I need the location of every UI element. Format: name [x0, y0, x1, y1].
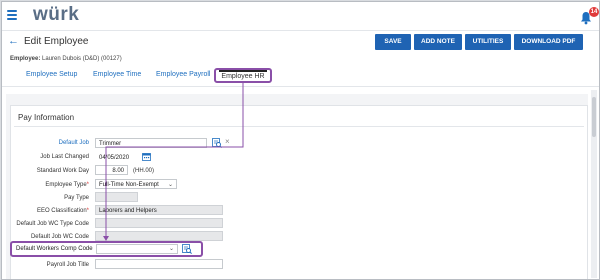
default-job-wc-code-input	[95, 231, 223, 241]
chevron-down-icon: ⌄	[168, 246, 174, 252]
hamburger-menu-icon[interactable]	[7, 10, 17, 20]
default-job-wc-code-label: Default Job WC Code	[30, 234, 89, 240]
add-note-button[interactable]: ADD NOTE	[414, 34, 462, 50]
active-tab-indicator	[219, 70, 267, 72]
tab-bar: Employee Setup Employee Time Employee Pa…	[2, 68, 599, 84]
job-last-changed-input[interactable]: 04/05/2020	[95, 152, 138, 162]
pay-type-label: Pay Type	[64, 195, 89, 201]
page-title: Edit Employee	[24, 36, 89, 47]
employee-label: Employee: Lauren Dubois (D&D) (00127)	[10, 56, 122, 62]
top-bar: würk 14	[2, 2, 599, 30]
calendar-icon[interactable]	[142, 152, 151, 161]
standard-work-day-input[interactable]: 8.00	[95, 165, 128, 175]
standard-work-day-label: Standard Work Day	[36, 168, 89, 174]
eeo-classification-input: Laborers and Helpers	[95, 205, 223, 215]
employee-prefix: Employee:	[10, 56, 41, 62]
employee-type-label: Employee Type*	[45, 182, 89, 188]
tab-employee-hr-label: Employee HR	[221, 73, 265, 80]
scrollbar-thumb[interactable]	[592, 97, 596, 137]
app-window: würk 14 ← Edit Employee Employee: Lauren…	[1, 1, 600, 280]
payroll-job-title-label: Payroll Job Title	[46, 262, 89, 268]
app-logo: würk	[33, 4, 80, 25]
notification-count-badge: 14	[589, 7, 599, 17]
lookup-search-icon[interactable]	[212, 138, 222, 148]
clear-x-icon[interactable]: ×	[225, 137, 230, 146]
employee-type-value: Full-Time Non-Exempt	[99, 182, 159, 188]
job-last-changed-label: Job Last Changed	[40, 154, 89, 160]
employee-type-select[interactable]: Full-Time Non-Exempt ⌄	[95, 179, 177, 189]
default-job-label[interactable]: Default Job	[9, 140, 89, 146]
lookup-search-icon[interactable]	[182, 244, 192, 254]
default-job-wc-type-code-input	[95, 218, 223, 228]
chevron-down-icon: ⌄	[167, 182, 173, 188]
default-job-input[interactable]: Trimmer	[95, 138, 207, 148]
download-pdf-button[interactable]: DOWNLOAD PDF	[514, 34, 583, 50]
default-workers-comp-code-label: Default Workers Comp Code	[16, 246, 93, 252]
tab-employee-setup[interactable]: Employee Setup	[26, 71, 77, 78]
tab-employee-payroll[interactable]: Employee Payroll	[156, 71, 210, 78]
top-divider	[2, 30, 599, 31]
pay-type-input	[95, 192, 138, 202]
employee-name: Lauren Dubois (D&D) (00127)	[42, 56, 122, 62]
payroll-job-title-input[interactable]	[95, 259, 223, 269]
tab-employee-time[interactable]: Employee Time	[93, 71, 141, 78]
default-job-wc-type-code-label: Default Job WC Type Code	[16, 221, 89, 227]
eeo-classification-label: EEO Classification*	[36, 208, 89, 214]
back-arrow-icon[interactable]: ←	[8, 35, 19, 47]
section-title: Pay Information	[18, 113, 75, 122]
section-divider	[14, 126, 584, 127]
save-button[interactable]: SAVE	[375, 34, 411, 50]
standard-work-day-unit: (HH.00)	[133, 168, 155, 174]
tab-divider	[2, 86, 599, 87]
utilities-button[interactable]: UTILITIES	[465, 34, 511, 50]
default-workers-comp-code-select[interactable]: ⌄	[96, 244, 178, 254]
tab-employee-hr[interactable]: Employee HR	[214, 68, 272, 83]
